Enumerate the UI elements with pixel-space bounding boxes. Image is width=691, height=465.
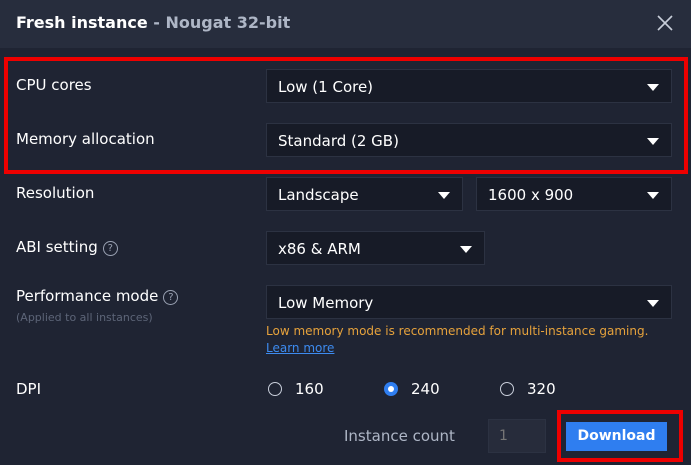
radio-icon: [268, 382, 282, 396]
abi-setting-label-text: ABI setting: [16, 238, 98, 256]
performance-mode-label: Performance mode?: [16, 287, 179, 305]
dialog-title: Fresh instance - Nougat 32-bit: [16, 13, 290, 32]
chevron-down-icon: [647, 138, 659, 145]
dialog-subtitle: - Nougat 32-bit: [153, 13, 291, 32]
cpu-cores-label: CPU cores: [16, 76, 92, 94]
resolution-orientation-select[interactable]: Landscape: [266, 177, 463, 211]
learn-more-link[interactable]: Learn more: [266, 341, 334, 355]
cpu-cores-value: Low (1 Core): [278, 78, 374, 96]
dpi-option-label: 160: [295, 380, 324, 398]
chevron-down-icon: [647, 192, 659, 199]
chevron-down-icon: [647, 84, 659, 91]
performance-mode-value: Low Memory: [278, 294, 374, 312]
help-icon[interactable]: ?: [102, 241, 118, 256]
instance-count-label: Instance count: [344, 427, 455, 445]
chevron-down-icon: [438, 192, 450, 199]
download-button[interactable]: Download: [566, 422, 667, 451]
instance-count-input[interactable]: [488, 419, 546, 453]
memory-allocation-select[interactable]: Standard (2 GB): [266, 123, 672, 157]
abi-setting-select[interactable]: x86 & ARM: [266, 231, 485, 265]
abi-setting-value: x86 & ARM: [278, 240, 361, 258]
performance-mode-label-text: Performance mode: [16, 287, 159, 305]
performance-warning: Low memory mode is recommended for multi…: [266, 323, 676, 357]
help-icon[interactable]: ?: [163, 290, 179, 305]
dialog-title-text: Fresh instance: [16, 13, 148, 32]
dpi-option-label: 240: [411, 380, 440, 398]
dialog-titlebar: Fresh instance - Nougat 32-bit: [0, 0, 691, 48]
abi-setting-label: ABI setting?: [16, 238, 118, 256]
chevron-down-icon: [647, 300, 659, 307]
resolution-label: Resolution: [16, 184, 95, 202]
radio-selected-icon: [384, 382, 398, 396]
chevron-down-icon: [460, 246, 472, 253]
dpi-label: DPI: [16, 380, 42, 398]
dpi-option-label: 320: [527, 380, 556, 398]
radio-icon: [500, 382, 514, 396]
performance-mode-select[interactable]: Low Memory: [266, 285, 672, 319]
resolution-orientation-value: Landscape: [278, 186, 359, 204]
close-icon[interactable]: [653, 11, 677, 35]
resolution-size-value: 1600 x 900: [488, 186, 574, 204]
performance-warning-text: Low memory mode is recommended for multi…: [266, 324, 649, 338]
resolution-size-select[interactable]: 1600 x 900: [476, 177, 672, 211]
cpu-cores-select[interactable]: Low (1 Core): [266, 69, 672, 103]
performance-mode-sublabel: (Applied to all instances): [16, 311, 153, 324]
memory-allocation-label: Memory allocation: [16, 130, 155, 148]
memory-allocation-value: Standard (2 GB): [278, 132, 399, 150]
